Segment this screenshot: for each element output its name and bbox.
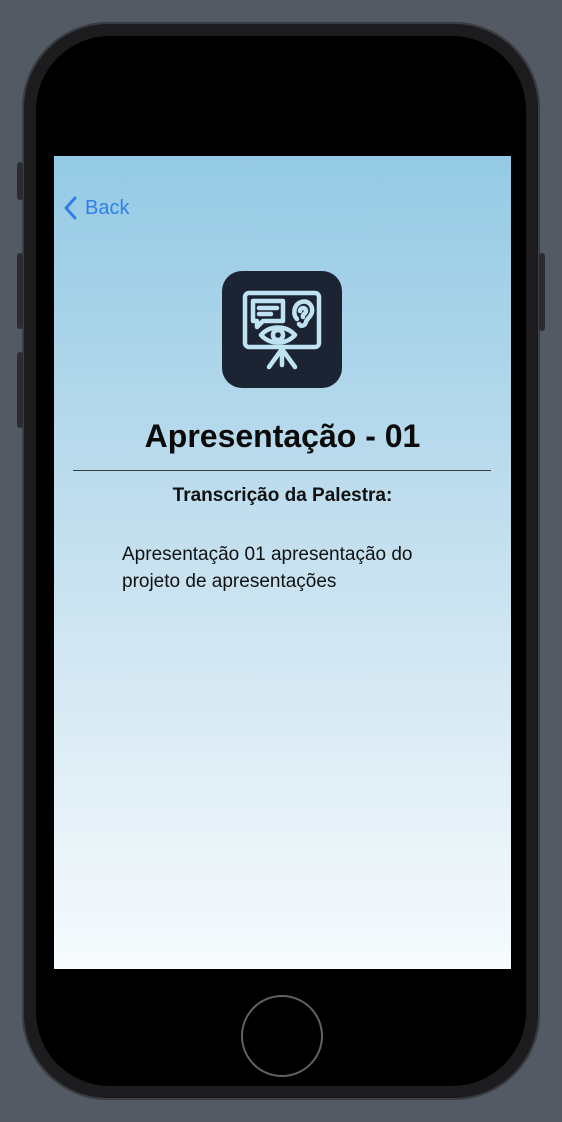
volume-down-button — [17, 352, 23, 428]
back-button-label: Back — [85, 196, 130, 219]
back-button[interactable]: Back — [64, 194, 129, 222]
presentation-board-icon — [222, 271, 342, 388]
presentation-title: Apresentação - 01 — [144, 418, 421, 454]
app-screen: Back Apresentação - 01 Transcrição da Pa… — [54, 156, 511, 969]
transcript-text: Apresentação 01 apresentação do projeto … — [122, 544, 413, 592]
chevron-left-icon — [64, 196, 77, 220]
transcript-heading: Transcrição da Palestra: — [172, 485, 393, 506]
home-button[interactable] — [241, 995, 323, 1077]
volume-up-button — [17, 253, 23, 329]
title-divider — [73, 470, 491, 471]
mute-switch — [17, 162, 23, 200]
power-button — [539, 253, 545, 331]
